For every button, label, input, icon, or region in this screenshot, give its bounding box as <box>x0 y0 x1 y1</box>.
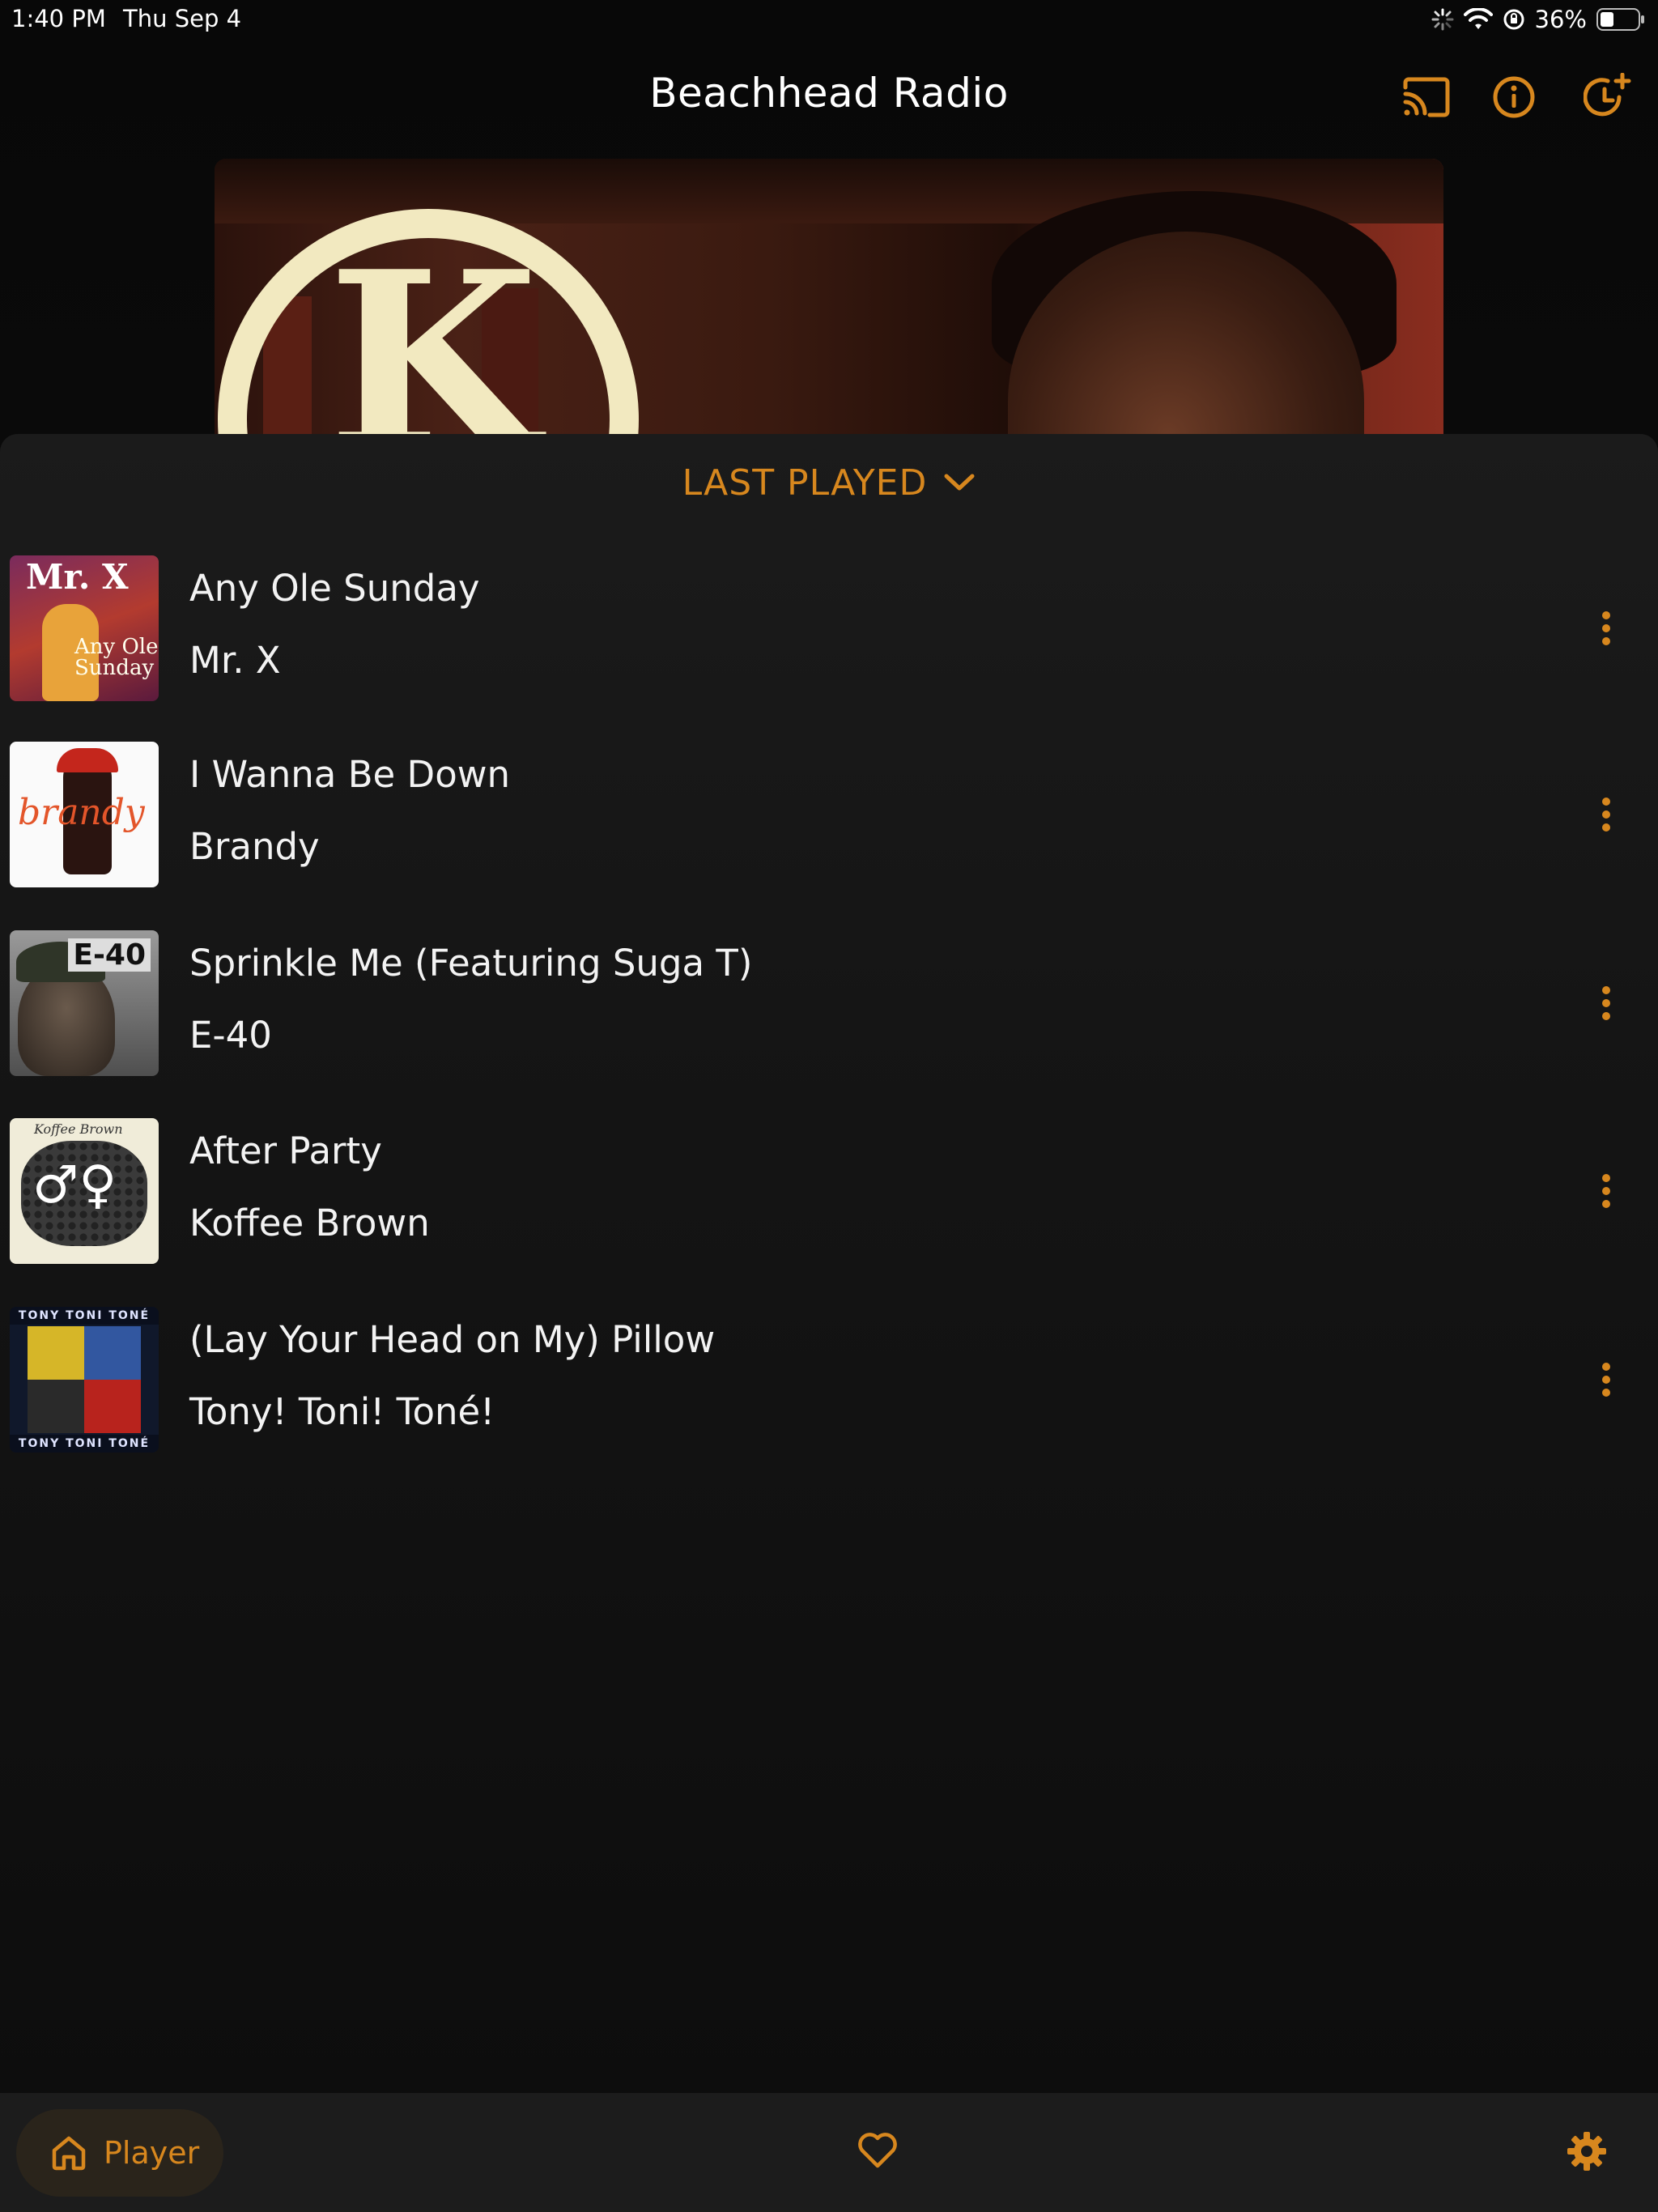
artwork-symbols: ♂♀ <box>32 1155 117 1215</box>
song-row[interactable]: Mr. X Any Ole Sunday Any Ole Sunday Mr. … <box>0 555 1658 704</box>
song-row[interactable]: Koffee Brown ♂♀ After Party Koffee Brown <box>0 1118 1658 1267</box>
wifi-icon <box>1463 8 1493 31</box>
artwork-text: TONY TONI TONÉ <box>10 1307 159 1325</box>
song-title: Sprinkle Me (Featuring Suga T) <box>189 942 753 985</box>
now-playing-artwork: K <box>215 159 1443 434</box>
song-artist: Koffee Brown <box>189 1202 430 1244</box>
album-art-thumbnail: brandy <box>10 742 159 887</box>
battery-icon <box>1596 7 1645 32</box>
status-bar: 1:40 PM Thu Sep 4 36% <box>0 0 1658 40</box>
song-row[interactable]: E-40 Sprinkle Me (Featuring Suga T) E-40 <box>0 930 1658 1079</box>
song-title: Any Ole Sunday <box>189 567 480 610</box>
song-title: After Party <box>189 1129 382 1172</box>
more-options-button[interactable] <box>1588 977 1624 1029</box>
status-date: Thu Sep 4 <box>123 5 242 32</box>
song-artist: Tony! Toni! Toné! <box>189 1390 495 1433</box>
album-art-thumbnail: TONY TONI TONÉ TONY TONI TONÉ <box>10 1307 159 1453</box>
last-played-heading: LAST PLAYED <box>682 462 928 504</box>
status-indicators: 36% <box>1431 5 1645 34</box>
home-icon <box>52 2136 86 2171</box>
sleep-timer-button[interactable] <box>1582 71 1634 123</box>
song-artist: Brandy <box>189 825 320 868</box>
artwork-text: Mr. X <box>26 557 129 597</box>
artwork-subtext: Any Ole Sunday <box>74 635 159 680</box>
album-art-thumbnail: Mr. X Any Ole Sunday <box>10 555 159 701</box>
song-row[interactable]: TONY TONI TONÉ TONY TONI TONÉ (Lay Your … <box>0 1307 1658 1456</box>
song-artist: Mr. X <box>189 639 281 682</box>
album-art-thumbnail: Koffee Brown ♂♀ <box>10 1118 159 1264</box>
info-icon <box>1493 76 1535 118</box>
more-vertical-icon <box>1602 1363 1610 1397</box>
more-options-button[interactable] <box>1588 1165 1624 1217</box>
info-button[interactable] <box>1488 71 1540 123</box>
more-options-button[interactable] <box>1588 602 1624 654</box>
battery-percent: 36% <box>1534 6 1587 33</box>
loading-icon <box>1431 8 1454 31</box>
chevron-down-icon <box>944 474 975 491</box>
last-played-sheet: LAST PLAYED Mr. X Any Ole Sunday Any Ole… <box>0 434 1658 2094</box>
status-time: 1:40 PM <box>11 5 106 32</box>
song-artist: E-40 <box>189 1014 272 1057</box>
more-options-button[interactable] <box>1588 789 1624 840</box>
bottom-navigation: Player <box>0 2093 1658 2212</box>
song-title: I Wanna Be Down <box>189 753 511 796</box>
artwork-text: brandy <box>18 792 145 833</box>
more-options-button[interactable] <box>1588 1354 1624 1406</box>
artwork-text: TONY TONI TONÉ <box>10 1435 159 1453</box>
more-vertical-icon <box>1602 611 1610 645</box>
heart-icon <box>858 2133 897 2168</box>
more-vertical-icon <box>1602 1174 1610 1208</box>
nav-favorites-tab[interactable] <box>853 2125 902 2174</box>
song-row[interactable]: brandy I Wanna Be Down Brandy <box>0 742 1658 891</box>
more-vertical-icon <box>1602 986 1610 1020</box>
last-played-toggle[interactable]: LAST PLAYED <box>0 458 1658 507</box>
cast-button[interactable] <box>1401 71 1452 123</box>
nav-settings-tab[interactable] <box>1561 2125 1613 2177</box>
artwork-text: Koffee Brown <box>34 1121 123 1137</box>
nav-player-tab[interactable]: Player <box>16 2109 223 2197</box>
orientation-lock-icon <box>1503 8 1525 31</box>
gear-icon <box>1567 2132 1606 2171</box>
artwork-text: E-40 <box>68 938 151 972</box>
cast-icon <box>1403 77 1450 117</box>
album-art-thumbnail: E-40 <box>10 930 159 1076</box>
artwork-logo-letter: K <box>327 218 539 435</box>
timer-add-icon <box>1584 73 1631 117</box>
app-screen: 1:40 PM Thu Sep 4 36% Beachhead Radio K … <box>0 0 1658 2212</box>
more-vertical-icon <box>1602 798 1610 832</box>
song-title: (Lay Your Head on My) Pillow <box>189 1318 716 1361</box>
nav-player-label: Player <box>104 2135 200 2171</box>
